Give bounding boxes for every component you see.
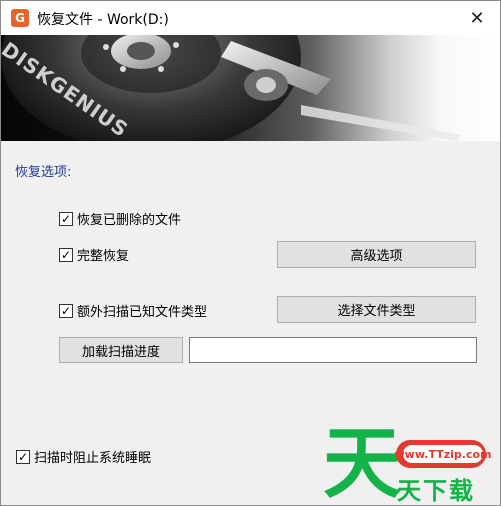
extra-scan-checkbox[interactable]: ✓ [59,303,73,318]
prevent-sleep-option[interactable]: ✓ 扫描时阻止系统睡眠 [16,447,151,466]
recover-options-label: 恢复选项: [15,165,72,180]
select-file-types-button[interactable]: 选择文件类型 [277,296,476,323]
prevent-sleep-checkbox[interactable]: ✓ [16,449,30,464]
full-recover-label: 完整恢复 [77,249,130,264]
prevent-sleep-label: 扫描时阻止系统睡眠 [34,451,152,466]
watermark-logo-char: 天 [323,419,402,506]
recover-deleted-option[interactable]: ✓ 恢复已删除的文件 [59,209,181,228]
window-title: 恢复文件 - Work(D:) [37,12,169,28]
extra-scan-label: 额外扫描已知文件类型 [77,305,208,320]
load-scan-progress-button[interactable]: 加载扫描进度 [59,337,183,363]
recover-deleted-checkbox[interactable]: ✓ [59,211,73,226]
scan-progress-path-field[interactable] [189,337,477,363]
watermark-url: www.TTzip.com [395,445,492,463]
extra-scan-option[interactable]: ✓ 额外扫描已知文件类型 [59,301,207,320]
recover-deleted-label: 恢复已删除的文件 [77,213,182,228]
watermark-site-name: 天下载 [397,477,475,505]
recover-files-dialog: G 恢复文件 - Work(D:) ✕ DISKGENIUS 恢复选项: ✓ 恢… [0,0,501,506]
full-recover-checkbox[interactable]: ✓ [59,247,73,262]
diskgenius-banner: DISKGENIUS [1,35,500,141]
close-button[interactable]: ✕ [454,1,500,35]
advanced-options-button[interactable]: 高级选项 [277,241,476,268]
title-bar: G 恢复文件 - Work(D:) ✕ [1,1,500,35]
full-recover-option[interactable]: ✓ 完整恢复 [59,245,129,264]
diskgenius-app-icon: G [11,9,29,27]
